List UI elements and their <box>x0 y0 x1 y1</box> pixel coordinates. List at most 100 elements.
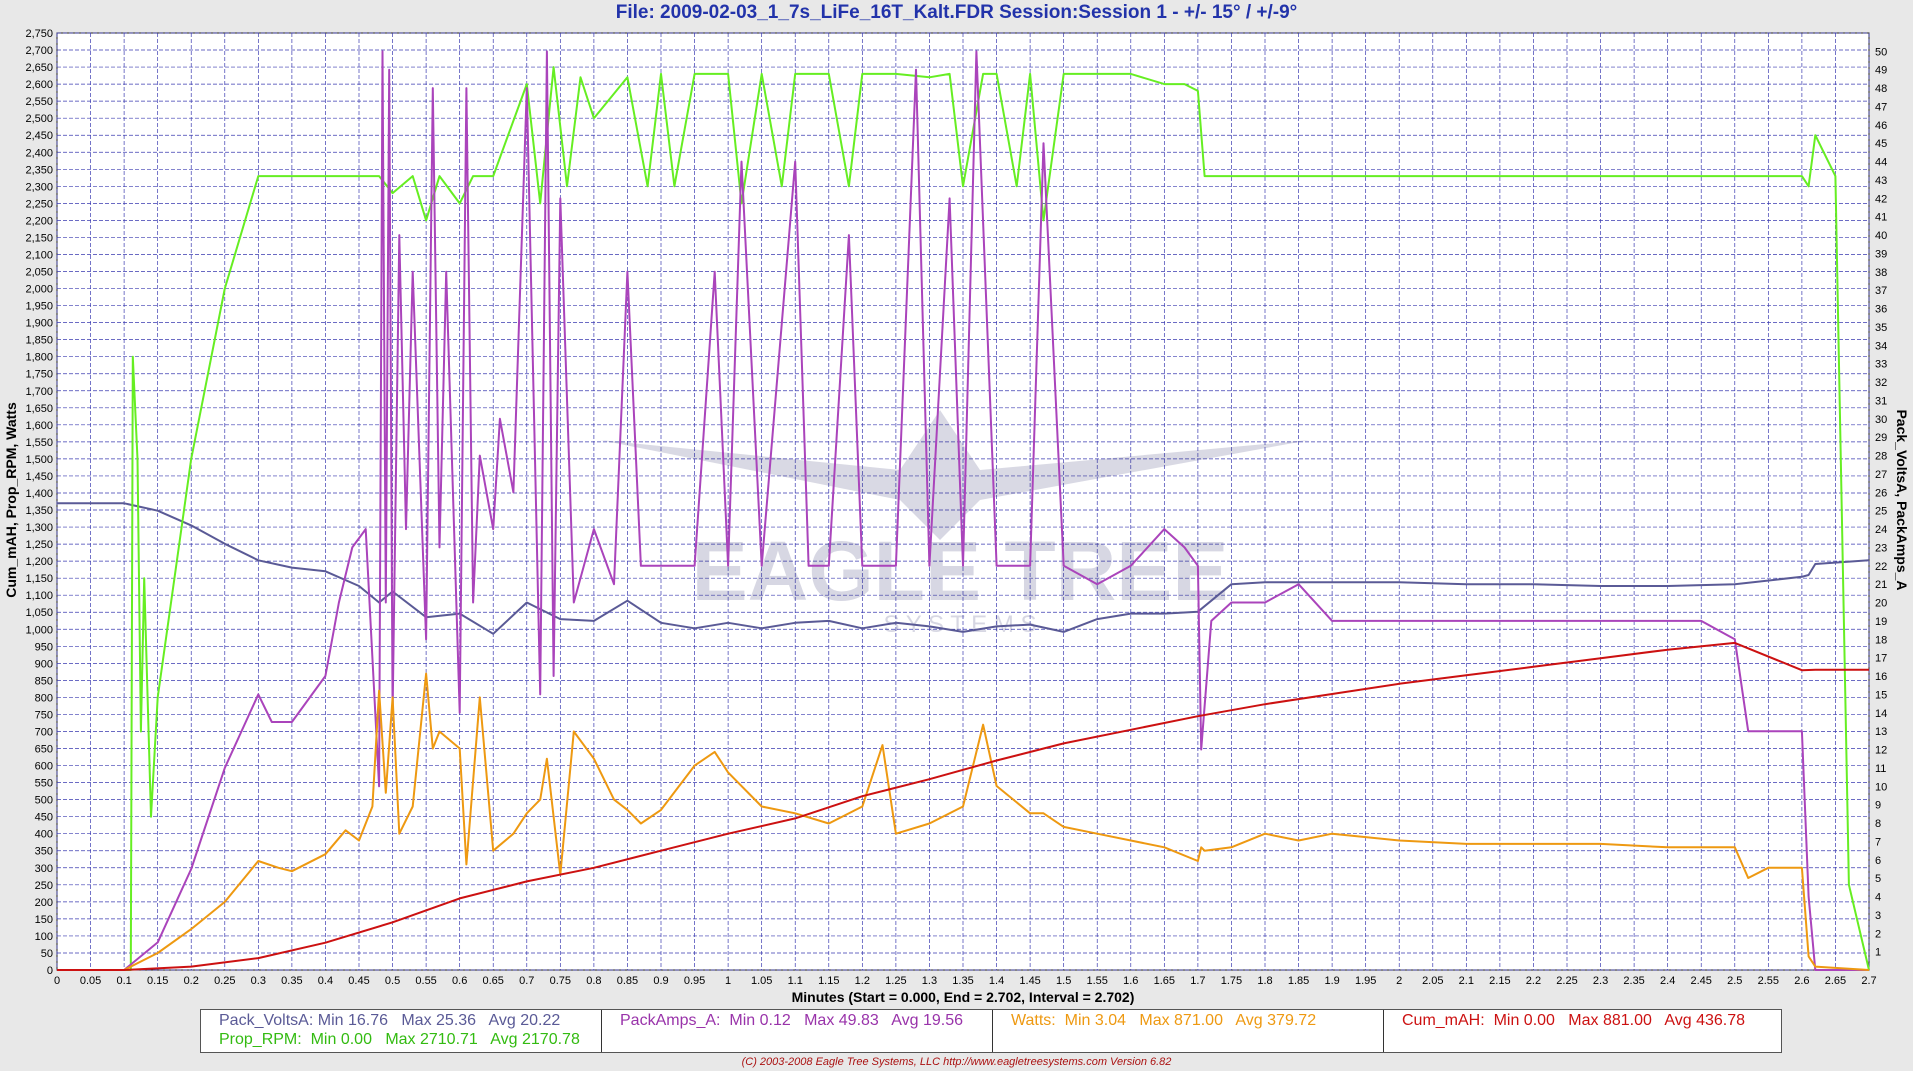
y-left-tick-label: 750 <box>35 709 53 721</box>
watermark-text: EAGLE TREE <box>692 524 1229 618</box>
x-tick-label: 2.7 <box>1861 975 1876 987</box>
legend-rpm-label: Prop_RPM: <box>219 1031 302 1048</box>
legend-col-watts: Watts: Min 3.04 Max 871.00 Avg 379.72 <box>993 1010 1384 1052</box>
x-tick-label: 1.3 <box>922 975 937 987</box>
y-left-tick-label: 2,550 <box>25 96 53 108</box>
y-left-tick-label: 1,550 <box>25 437 53 449</box>
y-left-tick-label: 950 <box>35 641 53 653</box>
x-axis-ticks: 0 0.05 0.1 0.15 0.2 0.25 0.3 0.35 0.4 0.45 0.5 0.55… <box>54 975 1877 987</box>
x-tick-label: 1.55 <box>1087 975 1108 987</box>
x-tick-label: 2.15 <box>1489 975 1510 987</box>
x-tick-label: 0.15 <box>147 975 168 987</box>
y-right-tick-label: 7 <box>1875 836 1881 848</box>
y-left-tick-label: 500 <box>35 795 53 807</box>
x-tick-label: 0.45 <box>348 975 369 987</box>
y-left-tick-label: 200 <box>35 897 53 909</box>
x-tick-label: 0 <box>54 975 60 987</box>
x-tick-label: 0.7 <box>519 975 534 987</box>
y-left-tick-label: 1,300 <box>25 522 53 534</box>
y-right-tick-label: 1 <box>1875 947 1881 959</box>
y-right-tick-label: 19 <box>1875 616 1887 628</box>
y-right-tick-label: 3 <box>1875 910 1881 922</box>
legend-cum-label: Cum_mAH: <box>1402 1012 1485 1029</box>
y-right-tick-label: 49 <box>1875 65 1887 77</box>
y-right-tick-label: 21 <box>1875 579 1887 591</box>
y-left-tick-label: 1,100 <box>25 590 53 602</box>
y-right-tick-label: 35 <box>1875 322 1887 334</box>
y-left-tick-label: 2,250 <box>25 198 53 210</box>
x-tick-label: 0.75 <box>550 975 571 987</box>
y-right-tick-label: 16 <box>1875 671 1887 683</box>
y-right-tick-label: 33 <box>1875 359 1887 371</box>
legend-watts-min: Min 3.04 <box>1064 1012 1127 1029</box>
y-left-tick-label: 1,000 <box>25 624 53 636</box>
y-left-tick-label: 0 <box>47 965 53 977</box>
y-right-tick-label: 34 <box>1875 340 1887 352</box>
x-tick-label: 2.1 <box>1459 975 1474 987</box>
y-right-tick-label: 23 <box>1875 542 1887 554</box>
y-right-tick-label: 48 <box>1875 83 1887 95</box>
x-tick-label: 2.35 <box>1623 975 1644 987</box>
y-left-tick-label: 2,350 <box>25 164 53 176</box>
y-right-tick-label: 8 <box>1875 818 1881 830</box>
y-right-tick-label: 46 <box>1875 120 1887 132</box>
y-left-axis-label: Cum_mAH, Prop_RPM, Watts <box>3 402 19 598</box>
legend-entry-cum: Cum_mAH: Min 0.00 Max 881.00 Avg 436.78 <box>1402 1012 1745 1030</box>
x-tick-label: 1.15 <box>818 975 839 987</box>
x-tick-label: 2.6 <box>1794 975 1809 987</box>
x-tick-label: 0.85 <box>617 975 638 987</box>
x-tick-label: 1.1 <box>788 975 803 987</box>
y-left-tick-label: 1,450 <box>25 471 53 483</box>
y-left-tick-label: 1,200 <box>25 556 53 568</box>
y-right-tick-label: 45 <box>1875 138 1887 150</box>
legend-entry-rpm: Prop_RPM: Min 0.00 Max 2710.71 Avg 2170.… <box>219 1031 580 1049</box>
y-right-tick-label: 30 <box>1875 414 1887 426</box>
y-left-tick-label: 900 <box>35 658 53 670</box>
y-left-tick-label: 1,800 <box>25 352 53 364</box>
chart: EAGLE TREE S Y S T E M S 0 0.05 0.1 0.15 0.2… <box>3 28 1910 1005</box>
x-tick-label: 2.4 <box>1660 975 1675 987</box>
copyright-footer: (C) 2003-2008 Eagle Tree Systems, LLC ht… <box>741 1056 1172 1068</box>
y-left-tick-label: 150 <box>35 914 53 926</box>
legend: Pack_VoltsA: Min 16.76 Max 25.36 Avg 20.… <box>200 1009 1782 1053</box>
y-right-axis-label: Pack_VoltsA, PackAmps_A <box>1894 409 1910 590</box>
y-right-tick-label: 36 <box>1875 304 1887 316</box>
x-tick-label: 2 <box>1396 975 1402 987</box>
y-left-tick-label: 2,750 <box>25 28 53 40</box>
y-right-tick-label: 47 <box>1875 101 1887 113</box>
x-tick-label: 0.55 <box>415 975 436 987</box>
y-left-tick-label: 1,900 <box>25 318 53 330</box>
x-tick-label: 1.75 <box>1221 975 1242 987</box>
y-left-tick-label: 1,350 <box>25 505 53 517</box>
x-tick-label: 1.45 <box>1019 975 1040 987</box>
y-left-tick-label: 2,650 <box>25 62 53 74</box>
x-tick-label: 1.6 <box>1123 975 1138 987</box>
y-left-tick-label: 400 <box>35 829 53 841</box>
y-right-tick-label: 18 <box>1875 634 1887 646</box>
legend-watts-avg: Avg 379.72 <box>1235 1012 1317 1029</box>
legend-rpm-max: Max 2710.71 <box>385 1031 478 1048</box>
y-right-tick-label: 39 <box>1875 248 1887 260</box>
x-tick-label: 0.1 <box>116 975 131 987</box>
y-left-tick-label: 2,200 <box>25 215 53 227</box>
y-left-tick-label: 450 <box>35 812 53 824</box>
x-tick-label: 0.95 <box>684 975 705 987</box>
x-tick-label: 2.45 <box>1691 975 1712 987</box>
y-left-tick-label: 1,150 <box>25 573 53 585</box>
x-tick-label: 0.2 <box>184 975 199 987</box>
y-left-tick-label: 50 <box>41 948 53 960</box>
x-tick-label: 2.05 <box>1422 975 1443 987</box>
y-left-tick-label: 2,450 <box>25 130 53 142</box>
x-tick-label: 1.95 <box>1355 975 1376 987</box>
y-right-tick-label: 4 <box>1875 892 1881 904</box>
legend-entry-volts: Pack_VoltsA: Min 16.76 Max 25.36 Avg 20.… <box>219 1012 560 1030</box>
legend-volts-avg: Avg 20.22 <box>488 1012 561 1029</box>
x-tick-label: 1.5 <box>1056 975 1071 987</box>
y-left-axis-ticks: 0 50 100 150 200 250 300 350 400 450 500 550 600 650 7… <box>25 28 53 977</box>
y-right-tick-label: 42 <box>1875 193 1887 205</box>
y-left-tick-label: 700 <box>35 726 53 738</box>
y-right-tick-label: 9 <box>1875 800 1881 812</box>
legend-entry-watts: Watts: Min 3.04 Max 871.00 Avg 379.72 <box>1011 1012 1316 1030</box>
x-tick-label: 1.2 <box>855 975 870 987</box>
y-left-tick-label: 2,700 <box>25 45 53 57</box>
